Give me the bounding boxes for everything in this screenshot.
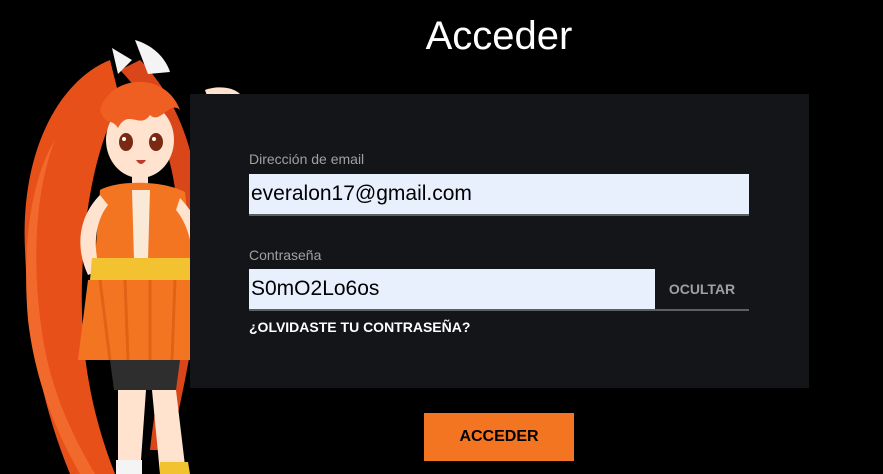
login-button[interactable]: ACCEDER xyxy=(424,413,574,461)
password-underline xyxy=(655,309,749,311)
password-field[interactable] xyxy=(249,269,655,311)
email-label: Dirección de email xyxy=(249,151,365,167)
password-label: Contraseña xyxy=(249,247,322,263)
hide-password-button[interactable]: OCULTAR xyxy=(655,269,749,309)
login-panel: Dirección de email Contraseña OCULTAR ¿O… xyxy=(190,94,809,388)
forgot-password-link[interactable]: ¿OLVIDASTE TU CONTRASEÑA? xyxy=(249,319,470,335)
email-field[interactable] xyxy=(249,174,749,216)
